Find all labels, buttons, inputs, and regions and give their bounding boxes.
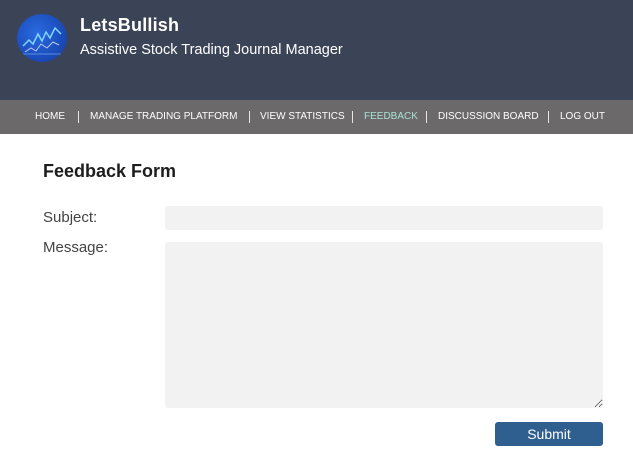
main-nav: HOME MANAGE TRADING PLATFORM VIEW STATIS… [0,100,633,134]
nav-manage-trading-platform[interactable]: MANAGE TRADING PLATFORM [90,100,237,134]
stock-chart-logo-icon[interactable] [17,14,67,62]
app-header: LetsBullish Assistive Stock Trading Jour… [0,0,633,100]
message-label: Message: [43,239,109,256]
subject-input[interactable] [165,206,603,230]
nav-home[interactable]: HOME [35,100,65,134]
form-title: Feedback Form [43,161,177,181]
nav-discussion-board[interactable]: DISCUSSION BOARD [438,100,539,134]
nav-divider [352,111,353,123]
app-subtitle: Assistive Stock Trading Journal Manager [80,42,343,58]
app-title: LetsBullish [80,15,180,35]
nav-divider [78,111,79,123]
nav-feedback[interactable]: FEEDBACK [364,100,418,134]
message-textarea[interactable] [165,242,603,408]
nav-divider [426,111,427,123]
nav-log-out[interactable]: LOG OUT [560,100,605,134]
subject-label: Subject: [43,209,98,226]
nav-divider [249,111,250,123]
submit-button[interactable]: Submit [495,422,603,446]
nav-view-statistics[interactable]: VIEW STATISTICS [260,100,345,134]
nav-divider [548,111,549,123]
